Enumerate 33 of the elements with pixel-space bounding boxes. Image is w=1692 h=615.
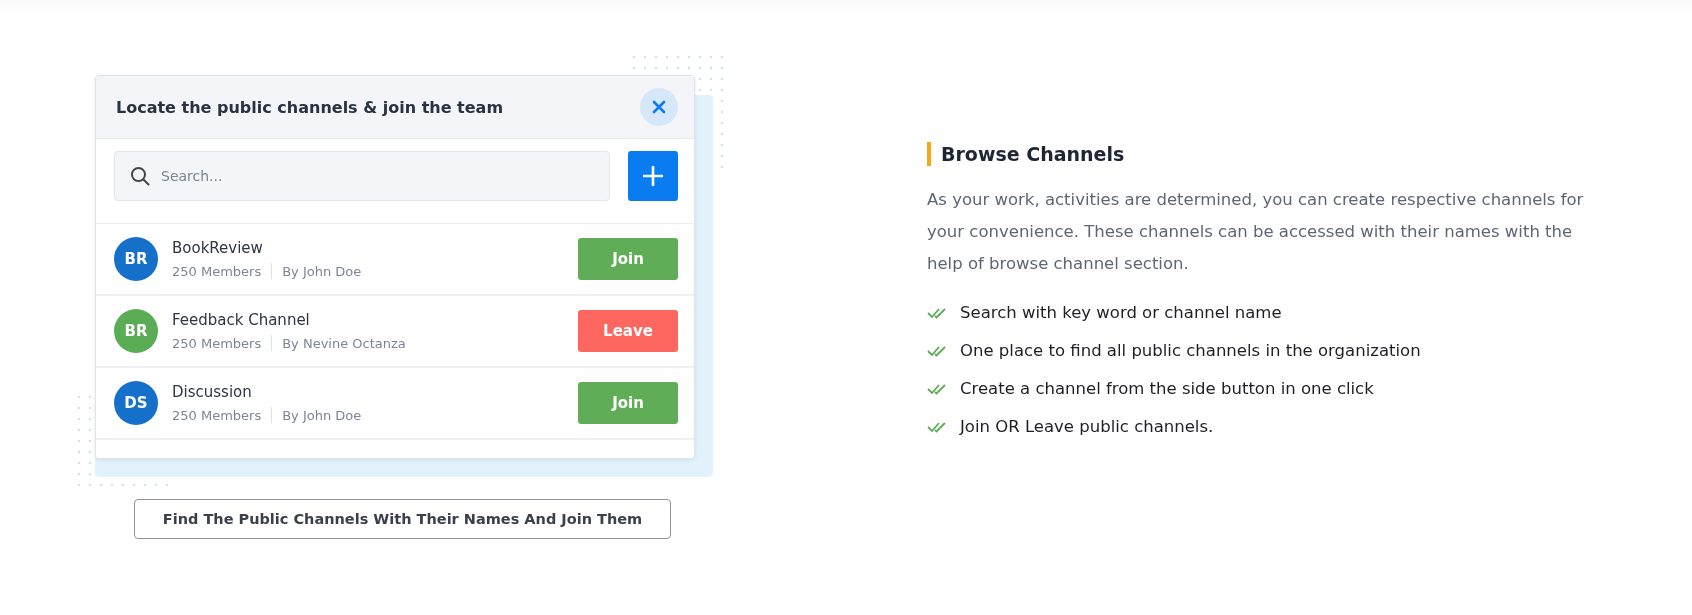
search-icon [130, 166, 150, 186]
channel-owner: By John Doe [282, 407, 362, 423]
member-count: 250 Members [172, 263, 262, 279]
double-check-icon [927, 421, 947, 433]
member-count: 250 Members [172, 335, 262, 351]
double-check-icon [927, 345, 947, 357]
leave-button[interactable]: Leave [578, 310, 678, 352]
feature-point: Search with key word or channel name [960, 302, 1282, 324]
member-count: 250 Members [172, 407, 262, 423]
channel-owner: By Nevine Octanza [282, 335, 406, 351]
add-button[interactable] [628, 151, 678, 201]
section-description: As your work, activities are determined, you can create respective channels for your convenience. These channels can be accessed with their names with the help of browse channel section. [927, 189, 1585, 275]
channel-name: Feedback Channel [172, 311, 311, 329]
double-check-icon [927, 383, 947, 395]
dialog-title: Locate the public channels & join the team [116, 97, 504, 117]
section-heading: Browse Channels [927, 142, 1627, 166]
search-field[interactable]: Search... [114, 151, 610, 201]
channel-name: Discussion [172, 383, 253, 401]
channel-name: BookReview [172, 239, 264, 257]
feature-point: One place to find all public channels in the organization [960, 340, 1421, 362]
plus-icon [642, 165, 664, 187]
feature-point: Join OR Leave public channels. [960, 416, 1214, 438]
caption-button[interactable]: Find The Public Channels With Their Names And Join Them [134, 499, 671, 539]
join-button[interactable]: Join [578, 238, 678, 280]
channel-owner: By John Doe [282, 263, 362, 279]
avatar: BR [114, 309, 158, 353]
close-icon [652, 100, 666, 114]
avatar: BR [114, 237, 158, 281]
double-check-icon [927, 307, 947, 319]
avatar: DS [114, 381, 158, 425]
close-button[interactable] [640, 88, 678, 126]
feature-point: Create a channel from the side button in one click [960, 378, 1374, 400]
join-button[interactable]: Join [578, 382, 678, 424]
